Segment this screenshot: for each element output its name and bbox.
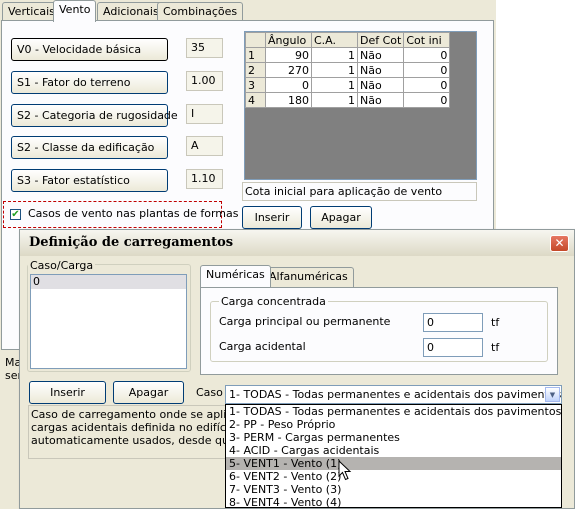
live-load-unit: tf — [491, 341, 500, 354]
list-item[interactable]: 0 — [31, 275, 186, 289]
live-load-label: Carga acidental — [219, 340, 306, 353]
cell[interactable]: Não — [356, 77, 405, 93]
case-load-group-label: Caso/Carga — [28, 259, 96, 272]
grid-header-row: Ângulo C.A. Def Cot Cot ini — [245, 32, 451, 48]
button-label: Inserir — [254, 211, 290, 224]
dropdown-option[interactable]: 2- PP - Peso Próprio — [226, 418, 561, 431]
case-select[interactable]: 1- TODAS - Todas permanentes e acidentai… — [225, 385, 562, 404]
row-header: 4 — [245, 92, 266, 108]
s2-roughness-button[interactable]: S2 - Categoria de rugosidade — [11, 104, 178, 127]
cell[interactable]: Não — [356, 47, 405, 63]
button-label: Apagar — [321, 211, 361, 224]
button-label: S3 - Fator estatístico — [17, 174, 130, 187]
grid-insert-button[interactable]: Inserir — [242, 206, 302, 229]
main-load-label: Carga principal ou permanente — [219, 315, 391, 328]
table-row[interactable]: 2 270 1 Não 0 — [245, 62, 451, 78]
wind-angle-grid[interactable]: Ângulo C.A. Def Cot Cot ini 1 90 1 Não 0… — [244, 31, 477, 180]
cell[interactable]: Não — [356, 62, 405, 78]
dialog-title: Definição de carregamentos — [29, 235, 234, 250]
cell[interactable]: 90 — [265, 47, 312, 63]
s2-class-value: A — [186, 136, 223, 156]
button-label: S2 - Classe da edificação — [17, 141, 155, 154]
button-label: S1 - Fator do terreno — [17, 76, 131, 89]
button-label: Inserir — [50, 386, 85, 399]
table-row[interactable]: 1 90 1 Não 0 — [245, 47, 451, 63]
cell[interactable]: 1 — [311, 47, 358, 63]
s3-button[interactable]: S3 - Fator estatístico — [11, 169, 168, 192]
cell[interactable]: 1 — [311, 62, 358, 78]
cell[interactable]: 270 — [265, 62, 312, 78]
row-header: 2 — [245, 62, 266, 78]
live-load-input[interactable]: 0 — [423, 338, 483, 357]
cell[interactable]: 0 — [403, 62, 451, 78]
cell[interactable]: 0 — [403, 47, 451, 63]
grid-status-text: Cota inicial para aplicação de vento — [242, 182, 477, 201]
cell[interactable]: 0 — [403, 92, 451, 108]
main-load-input[interactable]: 0 — [423, 313, 483, 332]
button-label: S2 - Categoria de rugosidade — [17, 109, 178, 122]
tab-vento[interactable]: Vento — [53, 0, 97, 22]
s3-value: 1.10 — [186, 169, 223, 189]
concentrated-load-group-label: Carga concentrada — [219, 295, 328, 308]
close-icon[interactable]: ✕ — [550, 235, 569, 252]
main-load-unit: tf — [491, 316, 500, 329]
grid-header-ca: C.A. — [311, 32, 358, 48]
tab-adicionais[interactable]: Adicionais — [97, 2, 165, 21]
tab-alfanumericas[interactable]: Alfanuméricas — [263, 267, 354, 287]
grid-delete-button[interactable]: Apagar — [310, 206, 372, 229]
button-label: V0 - Velocidade básica — [17, 43, 142, 56]
grid-header-angle: Ângulo — [265, 32, 312, 48]
s2-class-button[interactable]: S2 - Classe da edificação — [11, 136, 168, 159]
wind-cases-label: Casos de vento nas plantas de formas — [28, 207, 239, 220]
cell[interactable]: 0 — [265, 77, 312, 93]
tab-label: Verticais — [8, 5, 55, 18]
dropdown-option[interactable]: 8- VENT4 - Vento (4) — [226, 496, 561, 509]
tab-label: Adicionais — [103, 5, 159, 18]
cell[interactable]: 1 — [311, 92, 358, 108]
case-list[interactable]: 0 — [30, 274, 187, 369]
cell[interactable]: 1 — [311, 77, 358, 93]
wind-cases-checkbox-row[interactable]: ✔ Casos de vento nas plantas de formas — [3, 201, 238, 228]
case-dropdown-list[interactable]: 1- TODAS - Todas permanentes e acidentai… — [225, 404, 562, 509]
table-row[interactable]: 3 0 1 Não 0 — [245, 77, 451, 93]
button-label: Apagar — [128, 386, 169, 399]
case-label: Caso — [196, 386, 223, 399]
s1-value: 1.00 — [186, 71, 223, 91]
tab-label: Numéricas — [206, 268, 265, 281]
insert-button[interactable]: Inserir — [29, 381, 106, 404]
dialog-titlebar[interactable]: Definição de carregamentos — [20, 230, 574, 256]
s2-roughness-value: I — [186, 104, 223, 124]
grid-corner — [245, 32, 266, 48]
dropdown-option[interactable]: 1- TODAS - Todas permanentes e acidentai… — [226, 405, 561, 418]
dropdown-option[interactable]: 4- ACID - Cargas acidentais — [226, 444, 561, 457]
grid-header-def-cot: Def Cot — [356, 32, 405, 48]
dropdown-option[interactable]: 6- VENT2 - Vento (2) — [226, 470, 561, 483]
tab-label: Vento — [59, 3, 91, 16]
dropdown-option-highlighted[interactable]: 5- VENT1 - Vento (1) — [226, 457, 561, 470]
tab-label: Combinações — [163, 5, 238, 18]
v0-value: 35 — [186, 38, 223, 58]
cell[interactable]: 180 — [265, 92, 312, 108]
dropdown-option[interactable]: 7- VENT3 - Vento (3) — [226, 483, 561, 496]
chevron-down-icon[interactable]: ▼ — [545, 387, 560, 402]
cell[interactable]: 0 — [403, 77, 451, 93]
grid-header-cot-ini: Cot ini — [403, 32, 451, 48]
case-select-value: 1- TODAS - Todas permanentes e acidentai… — [229, 388, 562, 401]
tab-numericas[interactable]: Numéricas — [200, 265, 271, 287]
table-row[interactable]: 4 180 1 Não 0 — [245, 92, 451, 108]
cell[interactable]: Não — [356, 92, 405, 108]
row-header: 3 — [245, 77, 266, 93]
dropdown-option[interactable]: 3- PERM - Cargas permanentes — [226, 431, 561, 444]
delete-button[interactable]: Apagar — [113, 381, 184, 404]
tab-combinacoes[interactable]: Combinações — [157, 2, 244, 21]
mouse-cursor-icon — [338, 460, 352, 481]
v0-button[interactable]: V0 - Velocidade básica — [11, 38, 168, 61]
row-header: 1 — [245, 47, 266, 63]
wind-cases-checkbox[interactable]: ✔ — [10, 209, 21, 220]
s1-button[interactable]: S1 - Fator do terreno — [11, 71, 168, 94]
tab-label: Alfanuméricas — [269, 270, 348, 283]
